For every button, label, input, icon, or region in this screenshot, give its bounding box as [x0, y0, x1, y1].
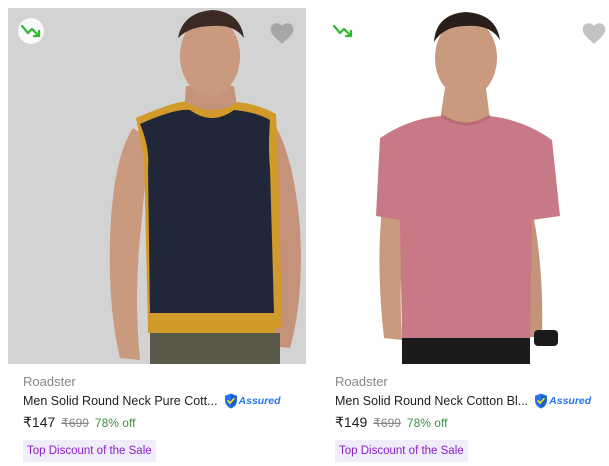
assured-badge: Assured	[224, 393, 281, 409]
heart-icon[interactable]	[268, 20, 296, 46]
price-row: ₹147 ₹699 78% off	[23, 414, 135, 431]
discount-percent: 78% off	[94, 416, 136, 430]
heart-icon[interactable]	[580, 20, 608, 46]
product-title[interactable]: Men Solid Round Neck Cotton Bl...	[335, 394, 528, 408]
shield-icon	[535, 393, 548, 409]
price-row: ₹149 ₹699 78% off	[335, 414, 447, 431]
navy-sleeveless-tshirt-photo	[8, 8, 306, 364]
product-image[interactable]	[8, 8, 306, 364]
shield-icon	[224, 393, 237, 409]
original-price: ₹699	[373, 416, 401, 430]
selling-price: ₹147	[23, 414, 56, 430]
product-title-row[interactable]: Men Solid Round Neck Pure Cott... Assure…	[23, 392, 303, 410]
product-card[interactable]: Roadster Men Solid Round Neck Cotton Bl.…	[320, 0, 609, 466]
product-card[interactable]: Roadster Men Solid Round Neck Pure Cott.…	[8, 0, 308, 466]
pink-tshirt-photo	[320, 8, 609, 364]
trending-down-icon	[18, 18, 44, 44]
selling-price: ₹149	[335, 414, 368, 430]
product-brand: Roadster	[23, 374, 76, 389]
product-brand: Roadster	[335, 374, 388, 389]
original-price: ₹699	[61, 416, 89, 430]
trending-down-icon	[330, 18, 356, 44]
offer-tag: Top Discount of the Sale	[335, 440, 468, 462]
product-title[interactable]: Men Solid Round Neck Pure Cott...	[23, 394, 218, 408]
assured-label: Assured	[549, 395, 592, 407]
product-title-row[interactable]: Men Solid Round Neck Cotton Bl... Assure…	[335, 392, 609, 410]
offer-tag: Top Discount of the Sale	[23, 440, 156, 462]
discount-percent: 78% off	[406, 416, 448, 430]
product-image[interactable]	[320, 8, 609, 364]
assured-label: Assured	[238, 395, 281, 407]
assured-badge: Assured	[534, 393, 591, 409]
